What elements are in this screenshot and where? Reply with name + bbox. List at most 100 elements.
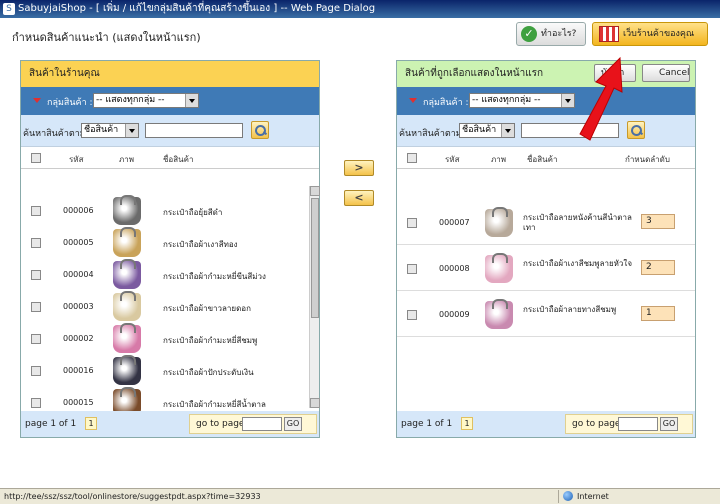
featured-row[interactable]: 000009 กระเป๋าถือผ้าลายทางสีชมพู 1 <box>397 291 695 337</box>
bag-image <box>113 291 141 321</box>
row-checkbox[interactable] <box>31 270 41 280</box>
product-name: กระเป๋าถือผ้าขาวลายดอก <box>163 304 251 313</box>
app-icon: S <box>3 3 15 15</box>
group-label: กลุ่มสินค้า : <box>47 98 93 108</box>
product-list-scrollbar[interactable] <box>309 186 320 408</box>
product-name: กระเป๋าถือผ้ากำมะหยี่สีชมพู <box>163 336 258 345</box>
window-title: SabuyjaiShop - [ เพิ่ม / แก้ไขกลุ่มสินค้… <box>18 3 376 14</box>
product-row[interactable]: 000004 กระเป๋าถือผ้ากำมะหยี่ขีนสีม่วง <box>21 259 309 291</box>
select-all-checkbox[interactable] <box>407 153 417 163</box>
goto-page-input[interactable] <box>618 417 658 431</box>
bag-image <box>113 195 141 225</box>
bag-image <box>485 207 513 237</box>
group-filter-bar: กลุ่มสินค้า : -- แสดงทุกกลุ่ม -- <box>21 87 319 115</box>
page-info: page 1 of 1 <box>401 419 453 429</box>
scroll-down-icon[interactable] <box>310 398 320 408</box>
status-url: http://tee/ssz/ssz/tool/onlinestore/sugg… <box>4 492 261 501</box>
featured-row[interactable]: 000008 กระเป๋าถือผ้าเงาสีชมพูลายหัวใจ 2 <box>397 245 695 291</box>
product-row[interactable]: 000006 กระเป๋าถือยุ้ยสีดำ <box>21 195 309 227</box>
product-row[interactable]: 000016 กระเป๋าถือผ้าปักประดับเงิน <box>21 355 309 387</box>
go-button[interactable]: GO <box>284 417 302 431</box>
product-row[interactable]: 000002 กระเป๋าถือผ้ากำมะหยี่สีชมพู <box>21 323 309 355</box>
order-input[interactable]: 3 <box>641 214 675 229</box>
shop-button[interactable]: เว็บร้านค้าของคุณ <box>592 22 708 46</box>
help-button[interactable]: ✓ ทำอะไร? <box>516 22 586 46</box>
product-name: กระเป๋าถือผ้าลายทางสีชมพู <box>523 305 617 314</box>
row-checkbox[interactable] <box>31 238 41 248</box>
product-name: กระเป๋าถือลายหนังค้านสีน้ำตาลเทา <box>523 213 632 232</box>
page-title: กำหนดสินค้าแนะนำ (แสดงในหน้าแรก) <box>12 31 201 44</box>
row-checkbox[interactable] <box>31 206 41 216</box>
product-name: กระเป๋าถือผ้าปักประดับเงิน <box>163 368 254 377</box>
page-number-link[interactable]: 1 <box>461 417 473 430</box>
window-titlebar: S SabuyjaiShop - [ เพิ่ม / แก้ไขกลุ่มสิน… <box>0 0 720 18</box>
goto-page-input[interactable] <box>242 417 282 431</box>
search-by-value: ชื่อสินค้า <box>462 125 497 135</box>
search-by-select[interactable]: ชื่อสินค้า <box>459 123 515 138</box>
featured-row[interactable]: 000007 กระเป๋าถือลายหนังค้านสีน้ำตาลเทา 3 <box>397 199 695 245</box>
go-button[interactable]: GO <box>660 417 678 431</box>
product-code: 000003 <box>63 302 94 311</box>
remove-from-featured-button[interactable]: < <box>344 190 374 206</box>
row-checkbox[interactable] <box>31 398 41 408</box>
scroll-thumb[interactable] <box>311 198 319 318</box>
statusbar: http://tee/ssz/ssz/tool/onlinestore/sugg… <box>0 488 720 504</box>
chevron-down-icon <box>125 124 138 137</box>
product-code: 000015 <box>63 398 94 407</box>
help-button-label: ทำอะไร? <box>541 29 577 39</box>
product-name: กระเป๋าถือผ้าเงาสีชมพูลายหัวใจ <box>523 259 633 268</box>
order-input[interactable]: 2 <box>641 260 675 275</box>
product-name: กระเป๋าถือผ้าเงาสีทอง <box>163 240 238 249</box>
shop-awning-icon <box>599 26 619 42</box>
check-icon: ✓ <box>521 26 537 42</box>
col-code: รหัส <box>445 155 460 164</box>
col-order: กำหนดลำดับ <box>625 155 670 164</box>
column-header: รหัส ภาพ ชื่อสินค้า <box>21 147 319 169</box>
panel-title: สินค้าในร้านคุณ <box>21 61 319 87</box>
dialog-content: กำหนดสินค้าแนะนำ (แสดงในหน้าแรก) ✓ ทำอะไ… <box>0 18 720 488</box>
product-row[interactable]: 000005 กระเป๋าถือผ้าเงาสีทอง <box>21 227 309 259</box>
row-checkbox[interactable] <box>31 334 41 344</box>
product-code: 000007 <box>439 218 470 227</box>
row-checkbox[interactable] <box>407 218 417 228</box>
product-code: 000016 <box>63 366 94 375</box>
search-button[interactable] <box>251 121 269 139</box>
triangle-down-icon <box>409 98 417 103</box>
goto-label: go to page <box>572 419 621 429</box>
product-name: กระเป๋าถือผ้ากำมะหยี่ขีนสีม่วง <box>163 272 266 281</box>
shop-button-label: เว็บร้านค้าของคุณ <box>623 29 695 39</box>
row-checkbox[interactable] <box>31 366 41 376</box>
product-code: 000009 <box>439 310 470 319</box>
internet-zone: Internet <box>558 490 718 503</box>
pager: page 1 of 1 1 go to page GO <box>397 411 695 437</box>
goto-label: go to page <box>196 419 245 429</box>
select-all-checkbox[interactable] <box>31 153 41 163</box>
product-row[interactable]: 000003 กระเป๋าถือผ้าขาวลายดอก <box>21 291 309 323</box>
product-code: 000006 <box>63 206 94 215</box>
search-input[interactable] <box>145 123 243 138</box>
goto-page-box: go to page GO <box>565 414 693 434</box>
group-filter-bar: กลุ่มสินค้า : -- แสดงทุกกลุ่ม -- <box>397 87 695 115</box>
add-to-featured-button[interactable]: > <box>344 160 374 176</box>
group-label: กลุ่มสินค้า : <box>423 98 469 108</box>
column-header: รหัส ภาพ ชื่อสินค้า กำหนดลำดับ <box>397 147 695 169</box>
group-select-value: -- แสดงทุกกลุ่ม -- <box>96 95 165 105</box>
red-arrow-annotation <box>579 56 623 141</box>
row-checkbox[interactable] <box>407 264 417 274</box>
order-input[interactable]: 1 <box>641 306 675 321</box>
col-code: รหัส <box>69 155 84 164</box>
search-label: ค้นหาสินค้าตาม : <box>399 129 468 139</box>
group-select[interactable]: -- แสดงทุกกลุ่ม -- <box>93 93 199 108</box>
search-by-select[interactable]: ชื่อสินค้า <box>81 123 139 138</box>
cancel-label: Cancel <box>659 68 690 78</box>
pager: page 1 of 1 1 go to page GO <box>21 411 319 437</box>
bag-image <box>113 355 141 385</box>
scroll-up-icon[interactable] <box>310 186 320 196</box>
row-checkbox[interactable] <box>407 310 417 320</box>
cancel-button[interactable]: Cancel <box>642 64 690 82</box>
page-number-link[interactable]: 1 <box>85 417 97 430</box>
product-code: 000005 <box>63 238 94 247</box>
product-code: 000008 <box>439 264 470 273</box>
bag-image <box>113 323 141 353</box>
row-checkbox[interactable] <box>31 302 41 312</box>
